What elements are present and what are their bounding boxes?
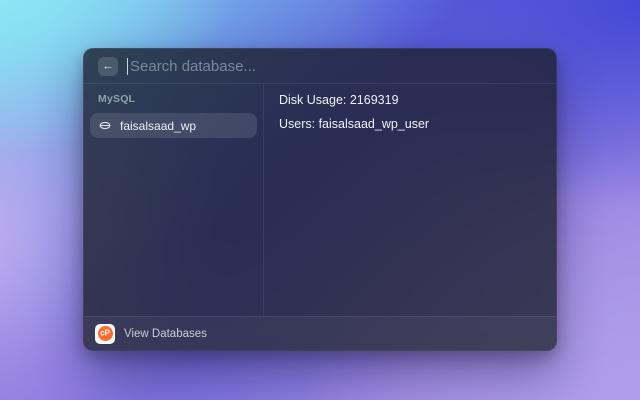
database-name: faisalsaad_wp [120, 119, 196, 133]
content-area: MySQL faisalsaad_wp Disk Usage: 2169319 … [84, 84, 556, 316]
footer-bar: cP View Databases [84, 316, 556, 350]
section-label-mysql: MySQL [98, 93, 257, 105]
footer-action-label: View Databases [124, 328, 207, 340]
cpanel-logo-text: cP [100, 329, 109, 338]
cpanel-logo-circle: cP [98, 326, 113, 341]
search-bar: ← [84, 49, 556, 84]
database-icon [98, 119, 112, 132]
back-button[interactable]: ← [98, 57, 118, 76]
back-arrow-icon: ← [102, 60, 114, 72]
users-text: Users: faisalsaad_wp_user [279, 118, 541, 131]
list-item-database[interactable]: faisalsaad_wp [90, 113, 257, 138]
detail-panel: Disk Usage: 2169319 Users: faisalsaad_wp… [264, 84, 556, 316]
view-databases-action[interactable]: cP View Databases [95, 324, 207, 344]
search-input[interactable] [128, 58, 542, 75]
cpanel-icon: cP [95, 324, 115, 344]
disk-usage-text: Disk Usage: 2169319 [279, 94, 541, 107]
database-search-window: ← MySQL faisalsaad_wp [83, 48, 557, 351]
desktop-background: ← MySQL faisalsaad_wp [0, 0, 640, 400]
results-sidebar: MySQL faisalsaad_wp [84, 84, 264, 316]
